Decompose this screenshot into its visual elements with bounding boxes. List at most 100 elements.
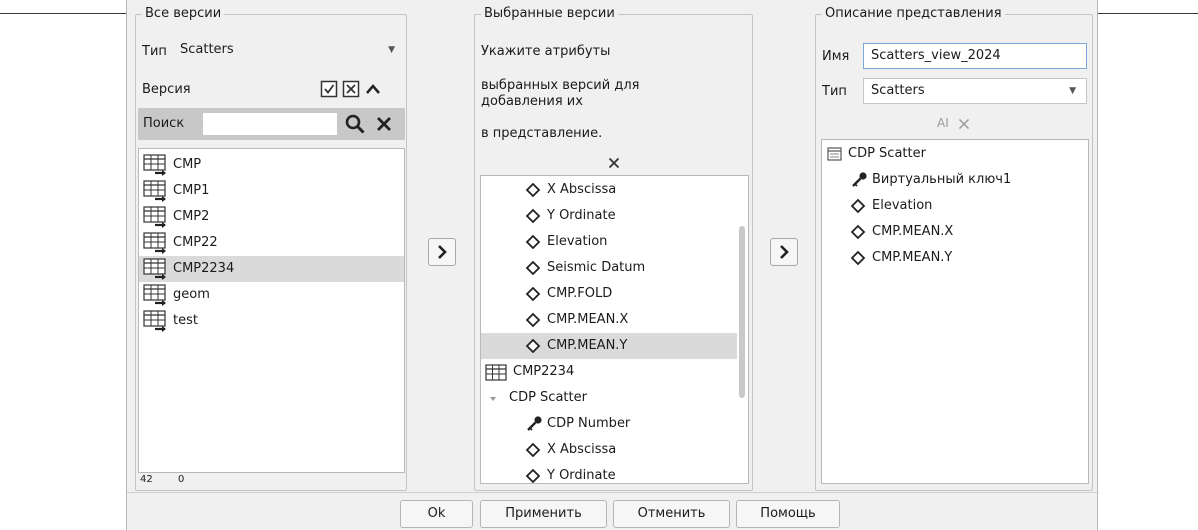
tree-item[interactable]: CMP.MEAN.X <box>481 307 737 333</box>
tree-item[interactable]: Elevation <box>822 193 1088 219</box>
chevron-down-icon: ▼ <box>1069 86 1076 96</box>
tree-item-label: Seismic Datum <box>547 260 646 275</box>
diamond-icon <box>525 338 541 354</box>
diamond-icon <box>525 260 541 276</box>
version-item[interactable]: CMP2 <box>139 204 404 230</box>
tree-item-label: CDP Scatter <box>848 146 926 161</box>
tree-item-label: CMP.MEAN.X <box>872 224 954 239</box>
tree-item-label: Виртуальный ключ1 <box>872 172 1012 187</box>
top-rule-left <box>0 13 126 14</box>
table-arrow-icon <box>143 154 166 176</box>
key-icon <box>852 172 867 187</box>
tree-item[interactable]: Elevation <box>481 229 737 255</box>
all-versions-title: Все версии <box>142 6 225 22</box>
tree-item[interactable]: CMP.MEAN.X <box>822 219 1088 245</box>
search-label: Поиск <box>143 116 185 131</box>
version-item[interactable]: CMP2234 <box>139 256 404 282</box>
tree-item-label: CMP2234 <box>513 364 575 379</box>
version-item[interactable]: CMP22 <box>139 230 404 256</box>
tree-item-label: Elevation <box>872 198 933 213</box>
tree-item-label: CMP.FOLD <box>547 286 613 301</box>
hint-line-1: Укажите атрибуты <box>481 44 611 59</box>
tree-item[interactable]: CDP Scatter <box>822 141 1088 167</box>
table-arrow-icon <box>143 284 166 306</box>
version-item-label: CMP2 <box>173 209 210 224</box>
tree-item-label: CDP Number <box>547 416 631 431</box>
table-icon <box>485 364 507 381</box>
diamond-icon <box>525 442 541 458</box>
selected-attributes-tree[interactable]: X Abscissa Y Ordinate Elevation Seismic Dat… <box>480 175 749 484</box>
version-item-label: CMP <box>173 157 202 172</box>
tree-item-label: CMP.MEAN.Y <box>547 338 628 353</box>
search-icon[interactable] <box>344 113 366 135</box>
tree-item[interactable]: Seismic Datum <box>481 255 737 281</box>
scatter-table-icon <box>827 147 842 161</box>
view-attributes-tree[interactable]: CDP Scatter Виртуальный ключ1 Elevation CMP… <box>821 139 1089 484</box>
view-type-value: Scatters <box>871 83 925 98</box>
view-name-input[interactable]: Scatters_view_2024 <box>863 43 1087 69</box>
table-arrow-icon <box>143 310 166 332</box>
versions-list[interactable]: CMP CMP1 CMP2 CMP22 CMP2234 geom test <box>138 148 405 473</box>
add-to-selected-button[interactable] <box>428 238 456 266</box>
tree-item[interactable]: CDP Number <box>481 411 737 437</box>
top-rule-right <box>1098 13 1198 14</box>
close-icon[interactable] <box>608 157 620 169</box>
tree-item-label: X Abscissa <box>547 442 617 457</box>
tree-item[interactable]: X Abscissa <box>481 177 737 203</box>
view-description-group: Описание представления Имя Scatters_view… <box>815 6 1093 491</box>
expand-arrow-icon <box>490 397 496 401</box>
tree-item[interactable]: X Abscissa <box>481 437 737 463</box>
tree-item[interactable]: CMP.MEAN.Y <box>822 245 1088 271</box>
check-all-icon[interactable] <box>320 80 338 98</box>
tree-item-label: Y Ordinate <box>547 208 616 223</box>
tree-item[interactable]: CMP2234 <box>481 359 737 385</box>
version-item[interactable]: CMP <box>139 152 404 178</box>
key-icon <box>527 416 542 431</box>
clear-search-icon[interactable] <box>374 114 394 134</box>
selected-versions-title: Выбранные версии <box>481 6 618 22</box>
version-type-combo[interactable]: Scatters ▼ <box>173 38 405 64</box>
all-versions-group: Все версии Тип Scatters ▼ Версия Поиск C… <box>135 6 407 491</box>
chevron-right-icon <box>438 245 447 259</box>
type-label: Тип <box>142 44 167 59</box>
tree-item[interactable]: Y Ordinate <box>481 463 737 483</box>
version-type-value: Scatters <box>180 42 234 57</box>
ok-button[interactable]: Ok <box>400 500 473 528</box>
search-input[interactable] <box>202 112 338 136</box>
version-item-label: CMP1 <box>173 183 210 198</box>
chevron-up-icon[interactable] <box>364 80 382 98</box>
cancel-button[interactable]: Отменить <box>613 500 730 528</box>
text-tool-icon[interactable]: AI <box>937 115 949 131</box>
chevron-right-icon <box>780 245 789 259</box>
table-arrow-icon <box>143 258 166 280</box>
diamond-icon <box>850 250 866 266</box>
status-selected: 0 <box>178 474 185 485</box>
view-type-combo[interactable]: Scatters ▼ <box>863 78 1087 104</box>
version-item-label: test <box>173 313 198 328</box>
name-label: Имя <box>822 49 850 64</box>
status-count: 42 <box>140 474 153 485</box>
uncheck-all-icon[interactable] <box>342 80 360 98</box>
help-button[interactable]: Помощь <box>736 500 840 528</box>
button-bar-divider <box>127 492 1099 493</box>
tree-item[interactable]: CMP.FOLD <box>481 281 737 307</box>
apply-button[interactable]: Применить <box>480 500 607 528</box>
tree-item[interactable]: Y Ordinate <box>481 203 737 229</box>
version-item[interactable]: CMP1 <box>139 178 404 204</box>
tree-scrollbar[interactable] <box>739 226 745 398</box>
version-item-label: geom <box>173 287 210 302</box>
tree-item[interactable]: CMP.MEAN.Y <box>481 333 737 359</box>
table-arrow-icon <box>143 206 166 228</box>
diamond-icon <box>525 312 541 328</box>
version-item[interactable]: test <box>139 308 404 334</box>
remove-icon[interactable] <box>958 118 970 130</box>
diamond-icon <box>850 198 866 214</box>
add-to-view-button[interactable] <box>770 238 798 266</box>
diamond-icon <box>525 234 541 250</box>
version-item-label: CMP22 <box>173 235 218 250</box>
diamond-icon <box>525 468 541 483</box>
version-item[interactable]: geom <box>139 282 404 308</box>
table-arrow-icon <box>143 180 166 202</box>
tree-item[interactable]: Виртуальный ключ1 <box>822 167 1088 193</box>
tree-item[interactable]: CDP Scatter <box>481 385 737 411</box>
